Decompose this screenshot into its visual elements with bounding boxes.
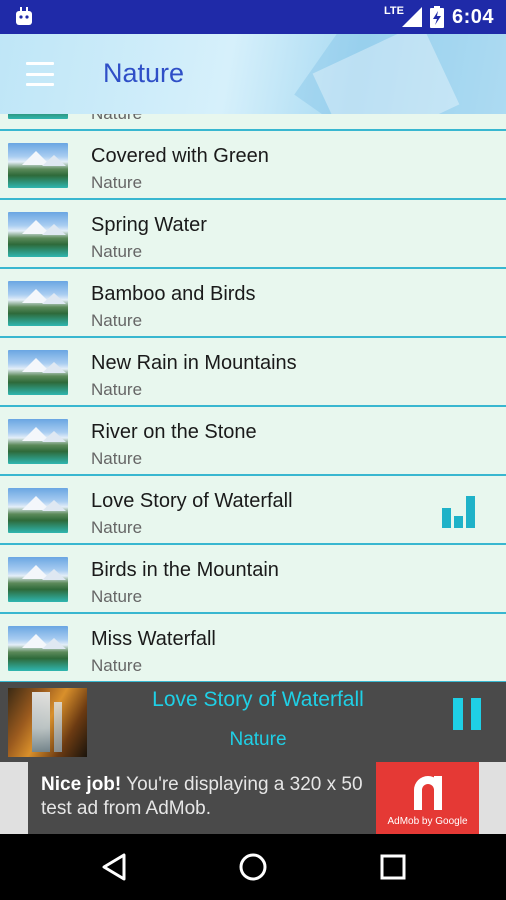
track-thumbnail [8, 626, 68, 671]
status-time: 6:04 [451, 5, 494, 28]
track-thumbnail [8, 419, 68, 464]
track-subtitle: Nature [91, 518, 143, 537]
ad-area: Nice job! You're displaying a 320 x 50 t… [0, 762, 506, 834]
track-thumbnail [8, 281, 68, 326]
track-thumbnail [8, 557, 68, 602]
status-bar: LTE 6:04 [0, 0, 506, 34]
ad-banner[interactable]: Nice job! You're displaying a 320 x 50 t… [28, 762, 479, 834]
battery-icon [429, 6, 444, 28]
ad-text-bold: Nice job! [41, 774, 122, 795]
admob-logo-box: AdMob by Google [376, 762, 479, 834]
navigation-bar [0, 834, 506, 900]
track-row[interactable]: Nature [0, 114, 506, 131]
track-list[interactable]: Nature Covered with Green Nature Spring … [0, 114, 506, 682]
track-subtitle: Nature [91, 656, 143, 675]
track-subtitle: Nature [91, 587, 143, 606]
now-playing-title: Love Story of Waterfall [152, 688, 364, 711]
recents-icon [380, 854, 406, 880]
equalizer-icon [442, 496, 475, 528]
track-title: Covered with Green [91, 145, 269, 167]
network-type: LTE [384, 5, 404, 17]
track-thumbnail [8, 143, 68, 188]
track-title: Miss Waterfall [91, 628, 216, 650]
ad-text: Nice job! You're displaying a 320 x 50 t… [41, 773, 371, 821]
signal-icon [401, 7, 422, 27]
now-playing-subtitle: Nature [229, 729, 287, 750]
now-playing-bar[interactable]: Love Story of Waterfall Nature [0, 682, 506, 762]
track-row[interactable]: Covered with Green Nature [0, 131, 506, 200]
android-icon [16, 7, 32, 25]
track-row[interactable]: Spring Water Nature [0, 200, 506, 269]
track-subtitle: Nature [91, 311, 143, 330]
admob-logo-icon [414, 776, 442, 810]
track-title: Bamboo and Birds [91, 283, 256, 305]
back-icon [102, 853, 126, 881]
hamburger-menu-icon[interactable] [26, 62, 54, 86]
track-subtitle: Nature [91, 173, 143, 192]
track-row[interactable]: Bamboo and Birds Nature [0, 269, 506, 338]
track-subtitle: Nature [91, 380, 143, 399]
track-title: Spring Water [91, 214, 207, 236]
recents-button[interactable] [353, 834, 433, 900]
back-button[interactable] [74, 834, 154, 900]
track-row-playing[interactable]: Love Story of Waterfall Nature [0, 476, 506, 545]
track-thumbnail [8, 114, 68, 119]
track-title: New Rain in Mountains [91, 352, 297, 374]
home-button[interactable] [213, 834, 293, 900]
track-row[interactable]: New Rain in Mountains Nature [0, 338, 506, 407]
track-row[interactable]: River on the Stone Nature [0, 407, 506, 476]
track-row[interactable]: Miss Waterfall Nature [0, 614, 506, 682]
home-icon [239, 853, 267, 881]
track-row[interactable]: Birds in the Mountain Nature [0, 545, 506, 614]
track-title: River on the Stone [91, 421, 257, 443]
track-title: Birds in the Mountain [91, 559, 279, 581]
track-subtitle: Nature [91, 242, 143, 261]
track-subtitle: Nature [91, 114, 142, 124]
app-bar: Nature [0, 34, 506, 114]
pause-icon[interactable] [453, 698, 483, 730]
track-title: Love Story of Waterfall [91, 490, 293, 512]
admob-logo-text: AdMob by Google [387, 816, 468, 827]
track-thumbnail [8, 488, 68, 533]
track-thumbnail [8, 350, 68, 395]
page-title: Nature [103, 58, 185, 88]
track-thumbnail [8, 212, 68, 257]
track-subtitle: Nature [91, 449, 143, 468]
